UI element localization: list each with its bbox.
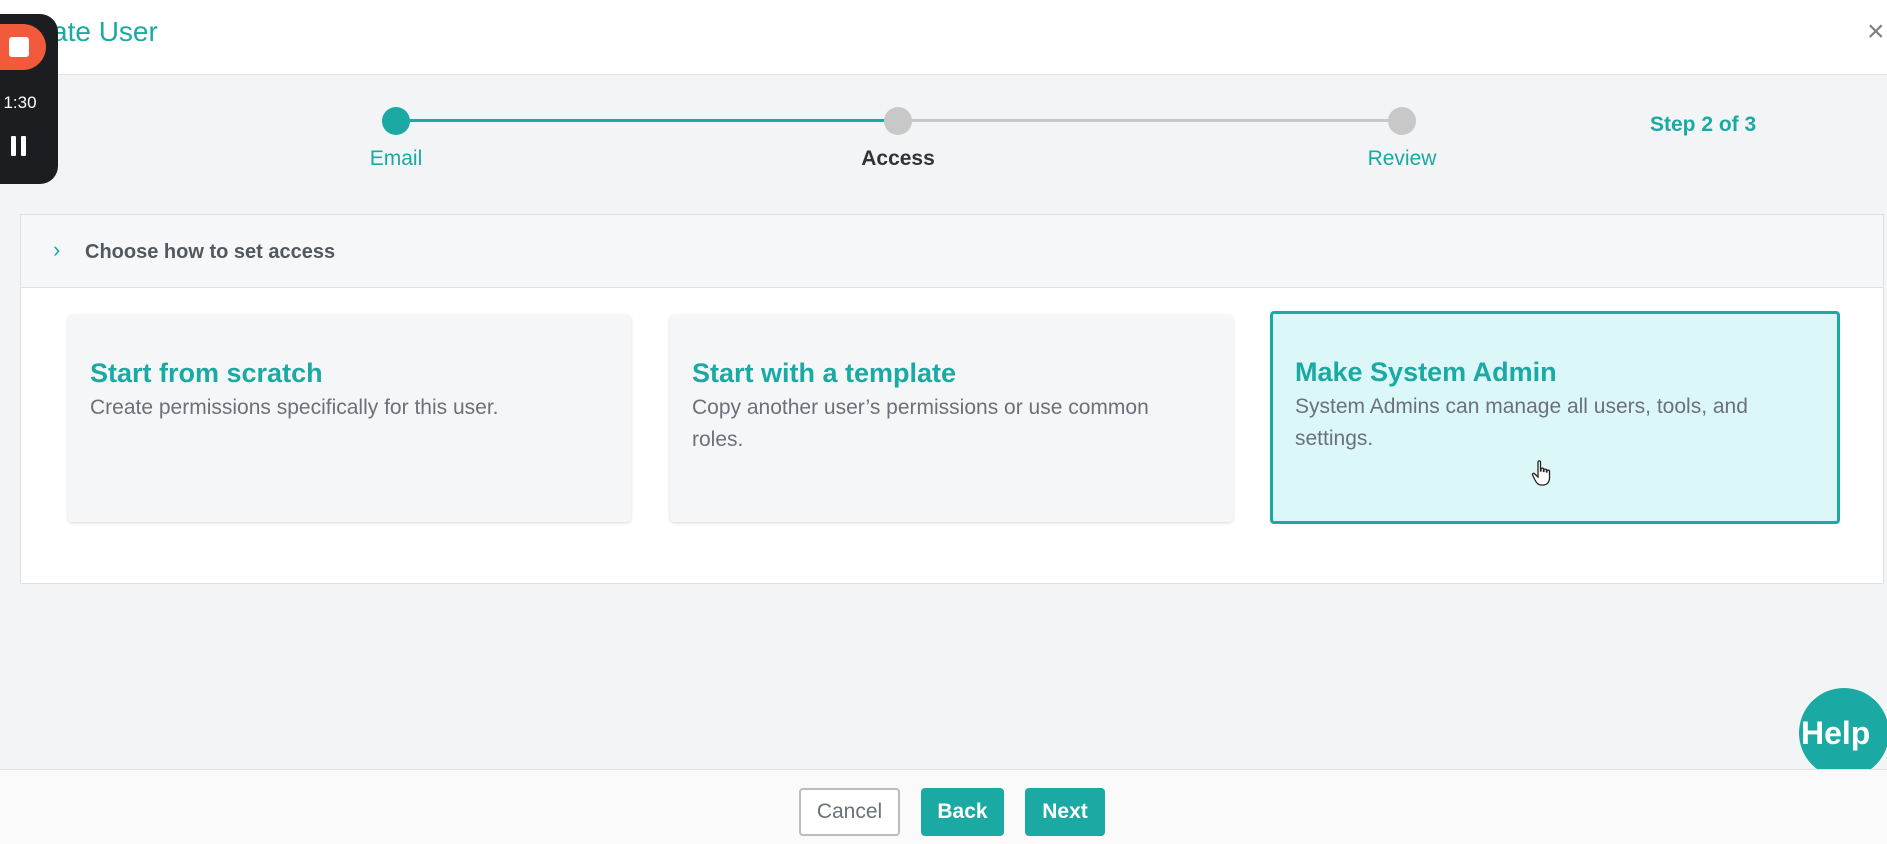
option-start-from-scratch[interactable]: Start from scratch Create permissions sp… — [68, 315, 631, 522]
step-count: Step 2 of 3 — [1650, 113, 1757, 136]
stepper-line-upcoming — [898, 119, 1402, 122]
next-button[interactable]: Next — [1025, 788, 1105, 836]
help-button[interactable]: Help — [1799, 688, 1887, 778]
panel-header[interactable]: › Choose how to set access — [21, 215, 1883, 288]
stepper-line-complete — [396, 119, 898, 122]
step-dot-email — [382, 107, 410, 135]
cancel-button[interactable]: Cancel — [799, 788, 900, 836]
chevron-right-icon[interactable]: › — [53, 237, 60, 263]
step-dot-review — [1388, 107, 1416, 135]
pause-icon[interactable] — [11, 136, 27, 156]
stop-icon[interactable] — [0, 24, 46, 70]
recording-timer: 1:30 — [3, 93, 37, 112]
option-title: Start with a template — [692, 358, 957, 388]
option-description: Create permissions specifically for this… — [90, 396, 499, 419]
option-title: Start from scratch — [90, 358, 323, 388]
option-title: Make System Admin — [1295, 357, 1557, 387]
hand-cursor-icon — [1531, 460, 1551, 486]
modal-title: ate User — [52, 16, 158, 47]
step-label-review: Review — [1367, 147, 1437, 170]
option-make-system-admin[interactable]: Make System Admin System Admins can mana… — [1270, 311, 1840, 524]
step-dot-access — [884, 107, 912, 135]
option-start-with-template[interactable]: Start with a template Copy another user’… — [670, 315, 1233, 522]
option-description: System Admins can manage all users, tool… — [1295, 395, 1748, 450]
option-description: Copy another user’s permissions or use c… — [692, 396, 1149, 451]
modal-header: ate User × — [0, 0, 1887, 75]
panel-title: Choose how to set access — [85, 241, 336, 263]
step-label-email: Email — [369, 147, 423, 170]
screen-recorder-widget: 1:30 — [0, 14, 58, 184]
back-button[interactable]: Back — [921, 788, 1004, 836]
close-icon[interactable]: × — [1867, 14, 1887, 50]
step-label-access: Access — [861, 147, 935, 170]
